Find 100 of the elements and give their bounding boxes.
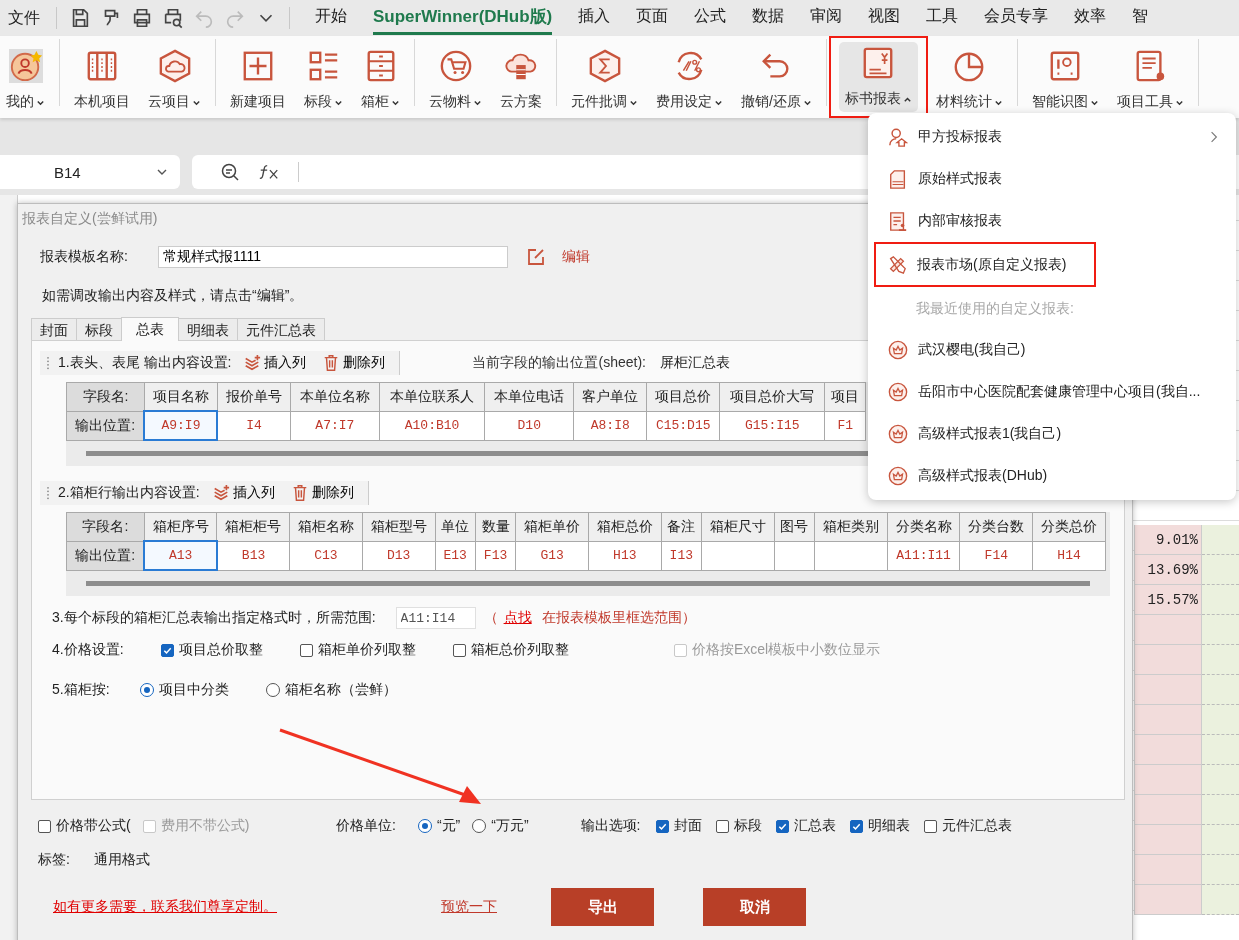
delete-column-button[interactable]: 删除列 [318,354,390,372]
user-icon [8,49,43,83]
ribbon-tab[interactable]: 审阅 [810,2,843,34]
position-cell[interactable]: C15:D15 [646,411,720,440]
position-cell[interactable] [814,541,888,570]
ribbon-button[interactable]: 云项目 [142,45,207,115]
menu-item[interactable]: 高级样式报表(DHub) [868,455,1236,497]
ribbon-button[interactable]: 标段 [298,45,349,115]
print-icon[interactable] [131,7,153,29]
checkbox[interactable] [924,819,938,833]
zoom-icon[interactable] [220,162,240,182]
position-cell[interactable]: A13 [144,541,217,570]
file-menu[interactable]: 文件 [8,7,40,29]
radio-button[interactable] [417,819,432,833]
tab[interactable]: 元件汇总表 [237,318,325,340]
contact-link[interactable]: 如有更多需要，联系我们尊享定制。 [53,898,441,916]
ribbon-button[interactable]: 费用设定 [650,45,729,115]
position-cell[interactable]: F1 [824,411,866,440]
ribbon-button[interactable]: 智能识图 [1025,45,1105,115]
checkbox[interactable] [38,819,51,833]
position-cell[interactable]: H13 [588,541,662,570]
ribbon-button[interactable]: 新建项目 [224,45,292,115]
menu-item[interactable]: 内部审核报表 [868,200,1236,242]
insert-column-button[interactable]: 插入列 [207,484,279,502]
delete-column-button[interactable]: 删除列 [286,484,358,502]
ribbon-tab[interactable]: 效率 [1074,2,1107,34]
position-cell[interactable]: I4 [217,411,291,440]
edit-link[interactable]: 编辑 [562,248,590,266]
position-cell[interactable] [774,541,815,570]
menu-item[interactable]: 甲方投标报表 [868,116,1236,158]
checkbox[interactable] [300,643,313,657]
menu-item[interactable]: 高级样式报表1(我自己) [868,413,1236,455]
tab[interactable]: 封面 [31,318,77,340]
ribbon-button[interactable]: 本机项目 [68,45,136,115]
find-link[interactable]: 点找 [503,609,532,627]
scrollbar-thumb[interactable] [86,581,1090,586]
radio-button[interactable] [472,819,487,833]
position-cell[interactable]: D13 [362,541,435,570]
position-cell[interactable]: F14 [959,541,1033,570]
cancel-button[interactable]: 取消 [703,888,806,926]
position-cell[interactable]: D10 [484,411,574,440]
tab[interactable]: 明细表 [178,318,238,340]
ribbon-tab[interactable]: 页面 [636,2,669,34]
position-cell[interactable]: A10:B10 [379,411,485,440]
ribbon-tab[interactable]: 会员专享 [984,2,1049,34]
ribbon-tab[interactable]: 公式 [694,2,727,34]
ribbon-button[interactable]: 撤销/还原 [735,45,818,115]
position-cell[interactable]: I13 [661,541,702,570]
ribbon-button[interactable]: 项目工具 [1110,45,1190,115]
position-cell[interactable]: A9:I9 [144,411,218,440]
menu-item[interactable]: 原始样式报表 [868,158,1236,200]
position-cell[interactable]: H14 [1032,541,1106,570]
export-button[interactable]: 导出 [551,888,654,926]
radio-button[interactable] [266,683,280,697]
radio-button[interactable] [140,683,154,697]
tab[interactable]: 总表 [121,317,179,341]
position-cell[interactable]: G15:I15 [719,411,825,440]
ribbon-button[interactable]: 元件批调 [565,45,644,115]
ribbon-tab[interactable]: 视图 [868,2,901,34]
checkbox[interactable] [656,819,670,833]
preview-link[interactable]: 预览一下 [441,898,551,916]
ribbon-tab[interactable]: 开始 [315,2,347,34]
position-cell[interactable]: A7:I7 [290,411,380,440]
menu-item[interactable]: 报表市场(原自定义报表) [876,244,1094,285]
position-cell[interactable]: A11:I11 [887,541,960,570]
ribbon-button[interactable]: 我的 [0,45,51,115]
checkbox[interactable] [453,643,466,657]
menu-item[interactable]: 岳阳市中心医院配套健康管理中心项目(我自... [868,371,1236,413]
position-cell[interactable]: C13 [289,541,363,570]
position-cell[interactable]: G13 [515,541,589,570]
ribbon-tab[interactable]: 智 [1132,2,1149,34]
position-cell[interactable]: B13 [216,541,290,570]
ribbon-tab[interactable]: 工具 [926,2,959,34]
checkbox[interactable] [850,819,864,833]
insert-column-button[interactable]: 插入列 [239,354,311,372]
position-cell[interactable]: A8:I8 [573,411,647,440]
range-field[interactable]: A11:I14 [395,607,476,629]
print-preview-icon[interactable] [162,7,184,29]
name-box[interactable]: B14 [0,155,180,189]
ribbon-tab[interactable]: 数据 [752,2,785,34]
ribbon-button[interactable]: 云方案 [494,45,548,115]
sheet-cell: 13.69% [1134,555,1202,585]
position-cell[interactable]: E13 [435,541,476,570]
checkbox[interactable] [776,819,790,833]
position-cell[interactable] [701,541,775,570]
menu-item[interactable]: 武汉樱电(我自己) [868,329,1236,371]
edit-icon[interactable] [526,247,546,267]
option-label: “元” [436,817,461,835]
position-cell[interactable]: F13 [475,541,516,570]
hint-text: 如需调改输出内容及样式，请点击“编辑”。 [41,286,305,305]
template-name-field[interactable]: 常规样式报1111 [158,246,508,268]
checkbox[interactable] [161,643,174,657]
ribbon-button[interactable]: 箱柜 [355,45,406,115]
checkbox[interactable] [716,819,730,833]
ribbon-tab[interactable]: 插入 [578,2,611,34]
ribbon-button[interactable]: 标书报表 [838,42,918,112]
ribbon-button[interactable]: 材料统计 [929,45,1009,115]
tab[interactable]: 标段 [76,318,122,340]
ribbon-button[interactable]: 云物料 [423,45,488,115]
function-icon[interactable] [258,162,280,182]
